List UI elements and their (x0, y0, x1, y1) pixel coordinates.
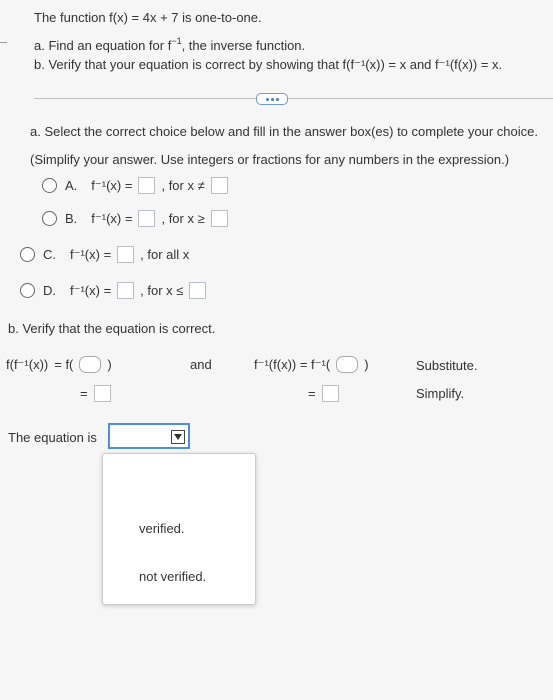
right-result-row: = (308, 385, 339, 402)
radio-b[interactable] (42, 211, 57, 226)
part-a-prefix: a. Find an equation for f (34, 38, 172, 53)
choice-c[interactable]: C. f⁻¹(x) = , for all x (20, 246, 189, 263)
choice-b-condition-box[interactable] (210, 210, 228, 227)
choice-a[interactable]: A. f⁻¹(x) = , for x ≠ (42, 177, 228, 194)
left-result-row: = (80, 385, 111, 402)
simplify-label: Simplify. (416, 386, 465, 401)
choice-a-lhs: f⁻¹(x) = (91, 177, 133, 193)
left-inner-box[interactable] (79, 356, 102, 373)
part-a-suffix: , the inverse function. (181, 38, 306, 53)
part-a-instruction: a. Select the correct choice below and f… (30, 124, 538, 139)
choice-d-letter: D. (43, 283, 56, 298)
left-verification-row: f(f⁻¹(x)) = f( ) (6, 356, 112, 373)
part-b-title: b. Verify that the equation is correct. (8, 321, 216, 336)
part-b-prompt: b. Verify that your equation is correct … (34, 57, 503, 72)
right-expression: f⁻¹(f(x)) = f⁻¹( (254, 356, 331, 372)
left-rhs: = f( (54, 357, 74, 372)
choice-b-condition: , for x ≥ (161, 211, 205, 226)
choice-d-lhs: f⁻¹(x) = (70, 282, 112, 298)
choice-c-letter: C. (43, 247, 56, 262)
choice-c-lhs: f⁻¹(x) = (70, 246, 112, 262)
choice-c-condition: , for all x (140, 247, 190, 262)
dropdown-menu: verified. not verified. (102, 453, 256, 605)
left-result-box[interactable] (93, 385, 111, 402)
expand-more-button[interactable] (256, 93, 288, 105)
radio-d[interactable] (20, 283, 35, 298)
choice-b[interactable]: B. f⁻¹(x) = , for x ≥ (42, 210, 228, 227)
conclusion-label: The equation is (8, 430, 97, 445)
option-not-verified[interactable]: not verified. (139, 569, 206, 584)
right-equals: = (308, 386, 316, 401)
conclusion-dropdown[interactable] (108, 423, 190, 449)
left-edge-tick (0, 42, 7, 43)
left-equals: = (80, 386, 88, 401)
part-a-sup: −1 (171, 36, 182, 46)
function-statement: The function f(x) = 4x + 7 is one-to-one… (34, 10, 262, 25)
choice-b-answer-box[interactable] (138, 210, 156, 227)
part-a-prompt: a. Find an equation for f−1, the inverse… (34, 36, 306, 53)
choice-d-condition: , for x ≤ (140, 283, 184, 298)
choice-a-condition-box[interactable] (210, 177, 228, 194)
simplify-note: (Simplify your answer. Use integers or f… (30, 152, 510, 167)
choice-a-answer-box[interactable] (138, 177, 156, 194)
choice-a-condition: , for x ≠ (161, 178, 205, 193)
substitute-label: Substitute. (416, 358, 478, 373)
choice-b-lhs: f⁻¹(x) = (91, 210, 133, 226)
choice-d[interactable]: D. f⁻¹(x) = , for x ≤ (20, 282, 207, 299)
right-inner-box[interactable] (336, 356, 359, 373)
right-verification-row: f⁻¹(f(x)) = f⁻¹( ) (254, 356, 369, 373)
option-verified[interactable]: verified. (139, 521, 185, 536)
divider (34, 98, 553, 99)
choice-d-condition-box[interactable] (189, 282, 207, 299)
choice-a-letter: A. (65, 178, 78, 193)
choice-d-answer-box[interactable] (117, 282, 135, 299)
radio-c[interactable] (20, 247, 35, 262)
dropdown-arrow-icon[interactable] (171, 430, 185, 444)
choice-b-letter: B. (65, 211, 78, 226)
radio-a[interactable] (42, 178, 57, 193)
choice-c-answer-box[interactable] (117, 246, 135, 263)
and-label: and (190, 357, 212, 372)
right-result-box[interactable] (321, 385, 339, 402)
left-expression: f(f⁻¹(x)) (6, 356, 49, 372)
